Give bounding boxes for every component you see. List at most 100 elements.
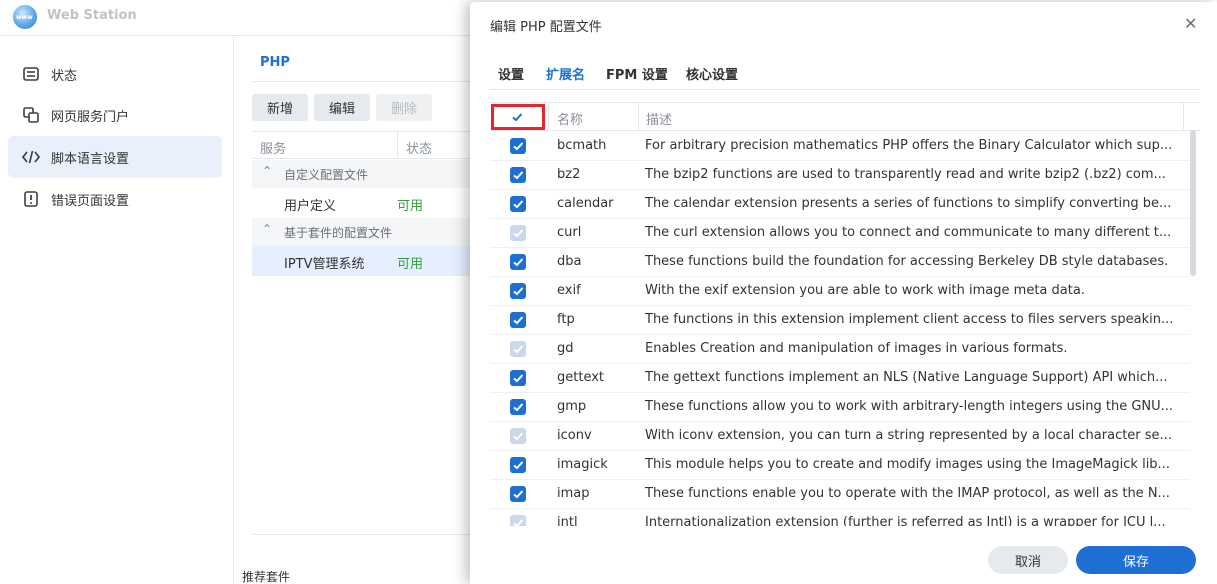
extension-checkbox [510, 515, 526, 526]
extension-description: These functions allow you to work with a… [645, 399, 1174, 414]
sidebar-item-web-portal[interactable]: 网页服务门户 [8, 94, 222, 136]
table-row[interactable]: gd Enables Creation and manipulation of i… [490, 335, 1190, 364]
tab-core-settings[interactable]: 核心设置 [686, 64, 738, 83]
extension-description: The calendar extension presents a series… [645, 196, 1172, 211]
extension-checkbox[interactable] [510, 138, 526, 154]
delete-button[interactable]: 删除 [376, 94, 432, 121]
table-row[interactable]: exif With the exif extension you are able… [490, 277, 1190, 306]
chevron-up-icon: ⌃ [262, 164, 273, 178]
extension-description: The gettext functions implement an NLS (… [645, 370, 1168, 385]
edit-php-profile-dialog: 编辑 PHP 配置文件 ✕ 设置 扩展名 FPM 设置 核心设置 名称 描述 b… [470, 2, 1217, 584]
extension-description: This module helps you to create and modi… [645, 457, 1170, 472]
extension-description: The functions in this extension implemen… [645, 312, 1174, 327]
extension-name: ftp [557, 312, 575, 327]
dialog-title: 编辑 PHP 配置文件 [490, 20, 602, 35]
table-row[interactable]: imap These functions enable you to operat… [490, 480, 1190, 509]
divider [252, 534, 492, 535]
column-header-name[interactable]: 名称 [557, 109, 583, 128]
dialog-tabs: 设置 扩展名 FPM 设置 核心设置 [490, 58, 1200, 90]
recommended-packages-label: 推荐套件 [242, 570, 291, 584]
extension-checkbox[interactable] [510, 457, 526, 473]
error-page-icon [22, 190, 40, 208]
sidebar-item-label: 网页服务门户 [51, 109, 130, 125]
group-label: 基于套件的配置文件 [284, 226, 393, 240]
extension-description: With iconv extension, you can turn a str… [645, 428, 1172, 443]
table-row[interactable]: bz2 The bzip2 functions are used to trans… [490, 161, 1190, 190]
extension-description: These functions enable you to operate wi… [645, 486, 1170, 501]
status-text: 可用 [397, 257, 424, 272]
table-row[interactable]: ftp The functions in this extension imple… [490, 306, 1190, 335]
extension-checkbox [510, 341, 526, 357]
table-row[interactable]: 用户定义 可用 [252, 188, 492, 218]
extension-checkbox[interactable] [510, 283, 526, 299]
extension-checkbox[interactable] [510, 370, 526, 386]
divider [252, 81, 492, 82]
portal-icon [22, 106, 40, 124]
table-row[interactable]: intl Internationalization extension (furt… [490, 509, 1190, 526]
extension-description: With the exif extension you are able to … [645, 283, 1085, 298]
extension-description: The bzip2 functions are used to transpar… [645, 167, 1166, 182]
column-header-description[interactable]: 描述 [646, 109, 672, 128]
extension-checkbox[interactable] [510, 196, 526, 212]
web-station-logo-icon: www [13, 5, 37, 29]
extension-checkbox[interactable] [510, 167, 526, 183]
extension-checkbox[interactable] [510, 312, 526, 328]
extension-name: imagick [557, 457, 608, 472]
select-all-checkbox[interactable] [509, 109, 525, 125]
sidebar-item-script-language[interactable]: 脚本语言设置 [8, 136, 222, 178]
extension-name: bz2 [557, 167, 581, 182]
list-icon [22, 65, 40, 83]
tab-extensions[interactable]: 扩展名 [546, 64, 585, 83]
extension-checkbox [510, 225, 526, 241]
table-row[interactable]: curl The curl extension allows you to con… [490, 219, 1190, 248]
extension-name: curl [557, 225, 582, 240]
extension-name: calendar [557, 196, 614, 211]
save-button[interactable]: 保存 [1076, 546, 1196, 574]
edit-button[interactable]: 编辑 [314, 94, 370, 121]
profile-name: IPTV管理系统 [284, 257, 365, 272]
table-row[interactable]: imagick This module helps you to create a… [490, 451, 1190, 480]
table-row[interactable]: calendar The calendar extension presents … [490, 190, 1190, 219]
extensions-grid-header: 名称 描述 [490, 102, 1200, 131]
table-row[interactable]: iconv With iconv extension, you can turn … [490, 422, 1190, 451]
extension-description: Enables Creation and manipulation of ima… [645, 341, 1068, 356]
table-row[interactable]: IPTV管理系统 可用 [252, 246, 492, 276]
sidebar-item-error-page[interactable]: 错误页面设置 [8, 178, 222, 220]
tab-settings[interactable]: 设置 [498, 64, 524, 83]
group-row[interactable]: ⌃ 基于套件的配置文件 [252, 218, 492, 246]
code-icon [22, 148, 40, 166]
sidebar: 状态 网页服务门户 脚本语言设置 错误页面设置 [0, 37, 234, 584]
tab-fpm-settings[interactable]: FPM 设置 [606, 64, 668, 83]
group-row[interactable]: ⌃ 自定义配置文件 [252, 160, 492, 188]
sidebar-item-status[interactable]: 状态 [8, 53, 222, 95]
extension-description: These functions build the foundation for… [645, 254, 1169, 269]
column-header-service[interactable]: 服务 [260, 138, 286, 157]
extensions-grid: 名称 描述 bcmath For arbitrary precision math… [490, 102, 1200, 526]
table-row[interactable]: bcmath For arbitrary precision mathematic… [490, 132, 1190, 161]
extension-name: bcmath [557, 138, 607, 153]
table-row[interactable]: dba These functions build the foundation … [490, 248, 1190, 277]
group-label: 自定义配置文件 [284, 168, 369, 182]
column-header-status[interactable]: 状态 [406, 138, 432, 157]
extension-name: gmp [557, 399, 587, 414]
table-row[interactable]: gmp These functions allow you to work wit… [490, 393, 1190, 422]
chevron-up-icon: ⌃ [262, 222, 273, 236]
table-row[interactable]: gettext The gettext functions implement a… [490, 364, 1190, 393]
extension-description: The curl extension allows you to connect… [645, 225, 1172, 240]
extension-name: gettext [557, 370, 605, 385]
extension-checkbox[interactable] [510, 486, 526, 502]
extension-name: gd [557, 341, 574, 356]
tab-php[interactable]: PHP [260, 55, 290, 70]
extension-checkbox[interactable] [510, 254, 526, 270]
sidebar-item-label: 状态 [51, 68, 78, 84]
profile-name: 用户定义 [284, 199, 337, 214]
close-icon[interactable]: ✕ [1184, 14, 1197, 33]
column-separator [638, 103, 639, 131]
scrollbar[interactable] [1190, 130, 1196, 276]
extension-description: Internationalization extension (further … [645, 515, 1166, 526]
add-button[interactable]: 新增 [252, 94, 308, 121]
extension-name: imap [557, 486, 590, 501]
column-separator [548, 103, 549, 131]
cancel-button[interactable]: 取消 [988, 546, 1068, 574]
extension-checkbox[interactable] [510, 399, 526, 415]
